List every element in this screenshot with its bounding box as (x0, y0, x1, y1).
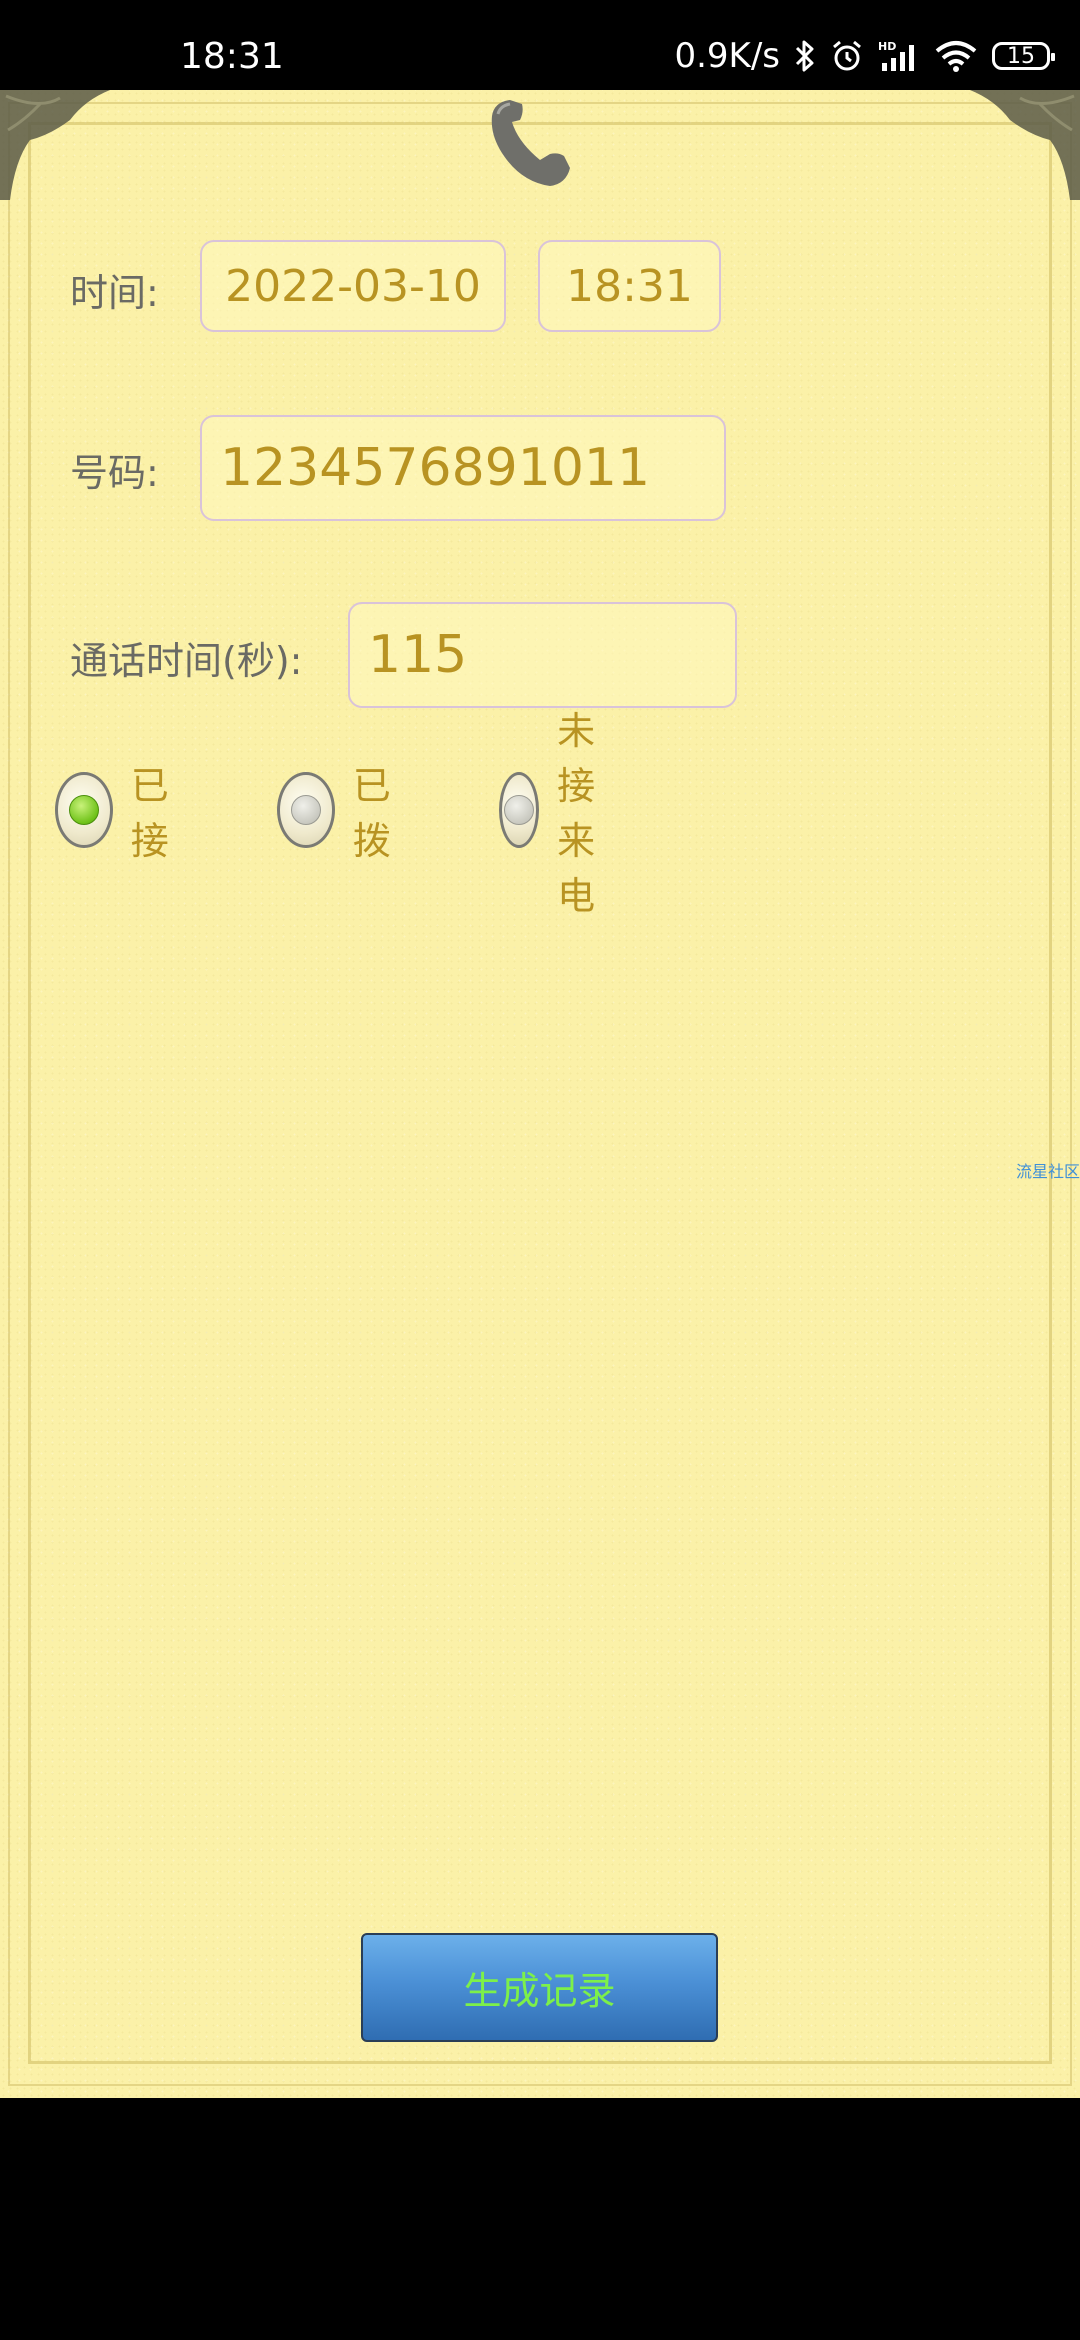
phone-handset-icon (491, 100, 570, 186)
battery-level: 15 (1007, 43, 1035, 69)
radio-missed[interactable]: 未接来电 (499, 709, 631, 918)
number-label: 号码: (70, 451, 159, 495)
generate-record-button[interactable]: 生成记录 (361, 1933, 718, 2042)
radio-selected-dot-icon (68, 795, 99, 825)
date-picker-field[interactable]: 2022-03-10 (200, 240, 506, 332)
duration-label: 通话时间(秒): (70, 639, 303, 683)
panel-outer-frame (8, 102, 1072, 2086)
radio-missed-label: 未接来电 (557, 709, 596, 918)
time-picker-field[interactable]: 18:31 (538, 240, 721, 332)
phone-number-value: 1234576891011 (220, 438, 651, 498)
phone-number-input[interactable]: 1234576891011 (200, 415, 726, 521)
radio-button-icon (55, 772, 113, 848)
call-duration-value: 115 (368, 625, 468, 685)
radio-unselected-dot-icon (504, 795, 535, 825)
radio-button-icon (277, 772, 335, 848)
network-speed: 0.9K/s (674, 36, 780, 76)
date-value: 2022-03-10 (225, 260, 481, 312)
bottom-blank-area (0, 2098, 1080, 2340)
radio-answered-label: 已接 (130, 764, 169, 863)
status-time: 18:31 (180, 36, 284, 77)
status-bar: 18:31 0.9K/s HD 15 (0, 0, 1080, 90)
radio-unselected-dot-icon (290, 795, 321, 825)
time-value: 18:31 (566, 260, 693, 312)
time-label: 时间: (70, 271, 159, 315)
bluetooth-icon (794, 39, 816, 73)
wifi-icon (934, 39, 978, 73)
generate-record-label: 生成记录 (463, 1969, 616, 2013)
svg-text:HD: HD (878, 40, 896, 53)
panel-inner-frame (28, 122, 1052, 2064)
status-icons: 0.9K/s HD 15 (674, 36, 1055, 76)
corner-ornament-right-icon (970, 90, 1080, 200)
call-duration-input[interactable]: 115 (348, 602, 737, 708)
radio-dialed-label: 已拨 (352, 764, 391, 863)
corner-ornament-left-icon (0, 90, 110, 200)
battery-icon: 15 (992, 42, 1055, 70)
hd-signal-icon: HD (878, 39, 920, 73)
call-record-panel: 时间: 2022-03-10 18:31 号码: 1234576891011 通… (0, 90, 1080, 2098)
radio-button-icon (499, 772, 540, 848)
radio-answered[interactable]: 已接 (55, 764, 187, 863)
watermark-text: 流星社区 (1015, 1162, 1080, 1181)
alarm-icon (830, 39, 864, 73)
radio-dialed[interactable]: 已拨 (277, 764, 409, 863)
